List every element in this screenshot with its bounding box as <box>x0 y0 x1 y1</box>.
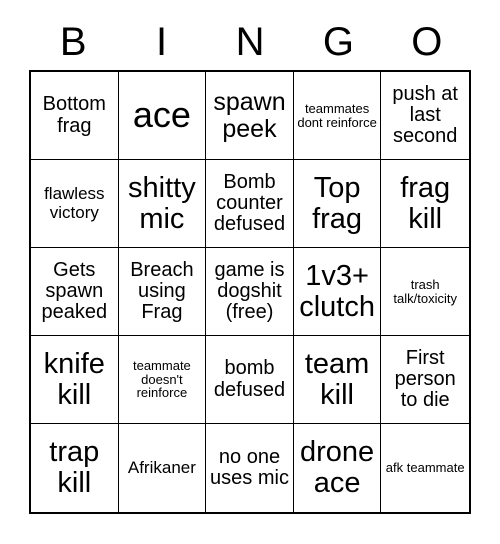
bingo-cell-label: game is dogshit (free) <box>214 258 285 324</box>
bingo-card: B I N G O Bottom frag ace spawn peek teammates … <box>0 0 500 544</box>
bingo-cell-label: flawless victory <box>44 184 105 222</box>
bingo-header-letter-b: B <box>59 20 87 64</box>
bingo-cell-r2-c1[interactable]: flawless victory <box>31 160 119 248</box>
bingo-header-letter-i: I <box>156 20 168 64</box>
bingo-header-row: BINGO <box>29 14 471 70</box>
bingo-cell-label: afk teammate <box>385 460 465 476</box>
bingo-cell-r5-c2[interactable]: Afrikaner <box>118 424 207 512</box>
bingo-cell-label: bomb defused <box>213 357 286 401</box>
bingo-grid: Bottom frag ace spawn peek teammates dont r… <box>29 70 471 514</box>
bingo-cell-label: Gets spawn peaked <box>41 258 108 324</box>
bingo-cell-label: Afrikaner <box>127 457 196 477</box>
bingo-cell-label: Breach using Frag <box>130 258 194 324</box>
bingo-cell-r3-c3[interactable]: game is dogshit (free) <box>206 248 294 336</box>
bingo-cell-label: trap kill <box>49 436 100 499</box>
bingo-cell-label: push at last second <box>392 82 458 148</box>
bingo-cell-r5-c5[interactable]: afk teammate <box>381 424 469 512</box>
bingo-cell-r1-c2[interactable]: ace <box>118 72 207 160</box>
bingo-cell-label: drone ace <box>300 436 375 499</box>
bingo-cell-label: Bottom frag <box>42 93 106 137</box>
bingo-cell-label: shitty mic <box>128 171 196 235</box>
bingo-cell-r2-c3[interactable]: Bomb counter defused <box>206 160 294 248</box>
bingo-cell-r5-c1[interactable]: trap kill <box>31 424 119 512</box>
bingo-cell-r4-c5[interactable]: First person to die <box>381 336 469 424</box>
bingo-cell-r2-c2[interactable]: shitty mic <box>118 160 207 248</box>
bingo-cell-label: Top frag <box>312 171 363 235</box>
bingo-cell-r3-c1[interactable]: Gets spawn peaked <box>31 248 119 336</box>
bingo-cell-label: frag kill <box>400 171 451 235</box>
bingo-cell-label: spawn peek <box>213 88 286 143</box>
bingo-cell-label: First person to die <box>394 346 456 412</box>
bingo-cell-label: 1v3+ clutch <box>299 259 375 323</box>
bingo-header-letter-n: N <box>235 20 265 64</box>
bingo-cell-r1-c5[interactable]: push at last second <box>381 72 469 160</box>
bingo-cell-r5-c4[interactable]: drone ace <box>293 424 382 512</box>
bingo-cell-r3-c2[interactable]: Breach using Frag <box>118 248 207 336</box>
bingo-cell-r3-c4[interactable]: 1v3+ clutch <box>293 248 382 336</box>
bingo-cell-r1-c3[interactable]: spawn peek <box>206 72 294 160</box>
bingo-cell-label: knife kill <box>43 347 105 411</box>
bingo-header-letter-o: O <box>411 20 443 64</box>
bingo-cell-r2-c5[interactable]: frag kill <box>381 160 469 248</box>
bingo-cell-label: trash talk/toxicity <box>393 276 457 306</box>
bingo-cell-r4-c2[interactable]: teammate doesn't reinforce <box>118 336 207 424</box>
bingo-cell-r1-c1[interactable]: Bottom frag <box>31 72 119 160</box>
bingo-cell-r2-c4[interactable]: Top frag <box>293 160 382 248</box>
bingo-cell-label: ace <box>132 94 191 136</box>
bingo-cell-label: no one uses mic <box>210 445 289 489</box>
bingo-cell-r1-c4[interactable]: teammates dont reinforce <box>293 72 382 160</box>
bingo-cell-r4-c4[interactable]: team kill <box>293 336 382 424</box>
bingo-cell-r4-c3[interactable]: bomb defused <box>206 336 294 424</box>
bingo-cell-r5-c3[interactable]: no one uses mic <box>206 424 294 512</box>
bingo-cell-label: team kill <box>304 347 370 411</box>
bingo-cell-label: teammates dont reinforce <box>297 100 377 130</box>
bingo-cell-label: teammate doesn't reinforce <box>132 357 191 401</box>
bingo-header-letter-g: G <box>322 20 354 64</box>
bingo-cell-label: Bomb counter defused <box>213 170 286 236</box>
bingo-cell-r3-c5[interactable]: trash talk/toxicity <box>381 248 469 336</box>
bingo-cell-r4-c1[interactable]: knife kill <box>31 336 119 424</box>
